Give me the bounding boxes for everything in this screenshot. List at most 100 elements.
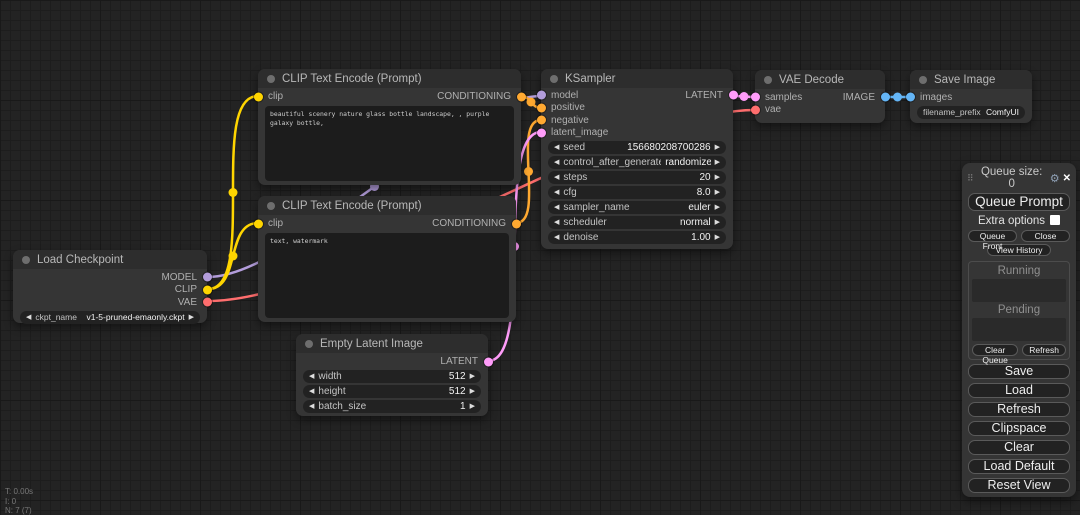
node-title-bar[interactable]: CLIP Text Encode (Prompt)	[258, 196, 516, 215]
increment-arrow-icon[interactable]: ▶	[715, 201, 720, 214]
collapse-dot-icon[interactable]	[267, 75, 275, 83]
prompt-textarea[interactable]: beautiful scenery nature glass bottle la…	[265, 106, 514, 181]
node-empty-latent-image[interactable]: Empty Latent Image LATENT ◀ width 512 ▶ …	[296, 334, 488, 416]
input-slot-negative[interactable]	[537, 116, 546, 125]
input-slot-vae[interactable]	[751, 105, 760, 114]
increment-arrow-icon[interactable]: ▶	[715, 141, 720, 154]
collapse-dot-icon[interactable]	[764, 76, 772, 84]
queue-front-button[interactable]: Queue Front	[968, 230, 1017, 242]
slot-row: clip CONDITIONING	[258, 217, 516, 230]
extra-options-checkbox[interactable]	[1050, 215, 1060, 225]
slot-row: model LATENT	[541, 89, 733, 102]
widget-filename-prefix[interactable]: filename_prefix ComfyUI	[917, 106, 1025, 119]
widget-batch-size[interactable]: ◀ batch_size 1 ▶	[303, 400, 481, 413]
input-slot-images[interactable]	[906, 93, 915, 102]
input-slot-clip[interactable]	[254, 219, 263, 228]
input-slot-latent-image[interactable]	[537, 128, 546, 137]
save-button[interactable]: Save	[968, 364, 1070, 379]
collapse-dot-icon[interactable]	[22, 256, 30, 264]
output-slot-image[interactable]	[881, 93, 890, 102]
settings-gear-icon[interactable]: ⚙	[1050, 172, 1060, 185]
decrement-arrow-icon[interactable]: ◀	[554, 156, 559, 169]
load-button[interactable]: Load	[968, 383, 1070, 398]
decrement-arrow-icon[interactable]: ◀	[554, 216, 559, 229]
clear-button[interactable]: Clear	[968, 440, 1070, 455]
decrement-arrow-icon[interactable]: ◀	[309, 385, 314, 398]
input-slot-model[interactable]	[537, 91, 546, 100]
node-title-bar[interactable]: Save Image	[910, 70, 1032, 89]
increment-arrow-icon[interactable]: ▶	[470, 385, 475, 398]
node-load-checkpoint[interactable]: Load Checkpoint MODEL CLIP VAE ◀ ckpt_na…	[13, 250, 207, 323]
increment-arrow-icon[interactable]: ▶	[189, 311, 194, 324]
widget-scheduler[interactable]: ◀ scheduler normal ▶	[548, 216, 726, 229]
output-slot-clip[interactable]	[203, 285, 212, 294]
load-default-button[interactable]: Load Default	[968, 459, 1070, 474]
refresh-queue-button[interactable]: Refresh	[1022, 344, 1066, 356]
widget-control-after-generate[interactable]: ◀ control_after_generate randomize ▶	[548, 156, 726, 169]
decrement-arrow-icon[interactable]: ◀	[554, 231, 559, 244]
node-title-bar[interactable]: Load Checkpoint	[13, 250, 207, 269]
widget-seed[interactable]: ◀ seed 156680208700286 ▶	[548, 141, 726, 154]
output-slot-model[interactable]	[203, 273, 212, 282]
output-slot-latent[interactable]	[484, 357, 493, 366]
close-button[interactable]: Close	[1021, 230, 1070, 242]
queue-size-label: Queue size: 0	[977, 166, 1047, 190]
widget-height[interactable]: ◀ height 512 ▶	[303, 385, 481, 398]
node-save-image[interactable]: Save Image images filename_prefix ComfyU…	[910, 70, 1032, 123]
node-title-bar[interactable]: Empty Latent Image	[296, 334, 488, 353]
close-icon[interactable]: ✕	[1063, 173, 1071, 184]
increment-arrow-icon[interactable]: ▶	[715, 231, 720, 244]
clipspace-button[interactable]: Clipspace	[968, 421, 1070, 436]
prompt-textarea[interactable]: text, watermark	[265, 233, 509, 318]
reset-view-button[interactable]: Reset View	[968, 478, 1070, 493]
widget-width[interactable]: ◀ width 512 ▶	[303, 370, 481, 383]
decrement-arrow-icon[interactable]: ◀	[554, 141, 559, 154]
increment-arrow-icon[interactable]: ▶	[470, 370, 475, 383]
node-title-bar[interactable]: VAE Decode	[755, 70, 885, 89]
collapse-dot-icon[interactable]	[919, 76, 927, 84]
node-clip-text-encode-negative[interactable]: CLIP Text Encode (Prompt) clip CONDITION…	[258, 196, 516, 322]
stat-time: T: 0.00s	[5, 487, 33, 497]
output-slot-conditioning[interactable]	[512, 219, 521, 228]
increment-arrow-icon[interactable]: ▶	[715, 216, 720, 229]
refresh-button[interactable]: Refresh	[968, 402, 1070, 417]
drag-handle-icon[interactable]: ⠿	[967, 173, 974, 184]
input-slot-clip[interactable]	[254, 92, 263, 101]
widget-sampler-name[interactable]: ◀ sampler_name euler ▶	[548, 201, 726, 214]
output-slot-vae[interactable]	[203, 298, 212, 307]
decrement-arrow-icon[interactable]: ◀	[26, 311, 31, 324]
input-slot-samples[interactable]	[751, 93, 760, 102]
node-ksampler[interactable]: KSampler model LATENT positive negative …	[541, 69, 733, 249]
decrement-arrow-icon[interactable]: ◀	[554, 171, 559, 184]
decrement-arrow-icon[interactable]: ◀	[554, 186, 559, 199]
node-vae-decode[interactable]: VAE Decode samples IMAGE vae	[755, 70, 885, 123]
collapse-dot-icon[interactable]	[267, 202, 275, 210]
queue-panel[interactable]: ⠿ Queue size: 0 ⚙ ✕ Queue Prompt Extra o…	[962, 163, 1076, 497]
output-slot-conditioning[interactable]	[517, 92, 526, 101]
decrement-arrow-icon[interactable]: ◀	[309, 370, 314, 383]
node-clip-text-encode-positive[interactable]: CLIP Text Encode (Prompt) clip CONDITION…	[258, 69, 521, 185]
widget-ckpt-name[interactable]: ◀ ckpt_name v1-5-pruned-emaonly.ckpt ▶	[20, 311, 200, 324]
node-title-bar[interactable]: CLIP Text Encode (Prompt)	[258, 69, 521, 88]
comfyui-canvas[interactable]: { "icons": { "left_arrow": "◀", "right_a…	[0, 0, 1080, 515]
widget-denoise[interactable]: ◀ denoise 1.00 ▶	[548, 231, 726, 244]
decrement-arrow-icon[interactable]: ◀	[554, 201, 559, 214]
output-slot-latent[interactable]	[729, 91, 738, 100]
view-history-button[interactable]: View History	[987, 244, 1051, 256]
input-slot-positive[interactable]	[537, 103, 546, 112]
node-title: Empty Latent Image	[320, 338, 423, 350]
increment-arrow-icon[interactable]: ▶	[715, 186, 720, 199]
increment-arrow-icon[interactable]: ▶	[715, 156, 720, 169]
widget-steps[interactable]: ◀ steps 20 ▶	[548, 171, 726, 184]
output-row: VAE	[13, 296, 207, 309]
increment-arrow-icon[interactable]: ▶	[470, 400, 475, 413]
clear-queue-button[interactable]: Clear Queue	[972, 344, 1018, 356]
increment-arrow-icon[interactable]: ▶	[715, 171, 720, 184]
queue-prompt-button[interactable]: Queue Prompt	[968, 193, 1070, 211]
node-title-bar[interactable]: KSampler	[541, 69, 733, 88]
collapse-dot-icon[interactable]	[305, 340, 313, 348]
widget-cfg[interactable]: ◀ cfg 8.0 ▶	[548, 186, 726, 199]
decrement-arrow-icon[interactable]: ◀	[309, 400, 314, 413]
collapse-dot-icon[interactable]	[550, 75, 558, 83]
canvas-stats: T: 0.00s I: 0 N: 7 (7)	[5, 487, 33, 515]
